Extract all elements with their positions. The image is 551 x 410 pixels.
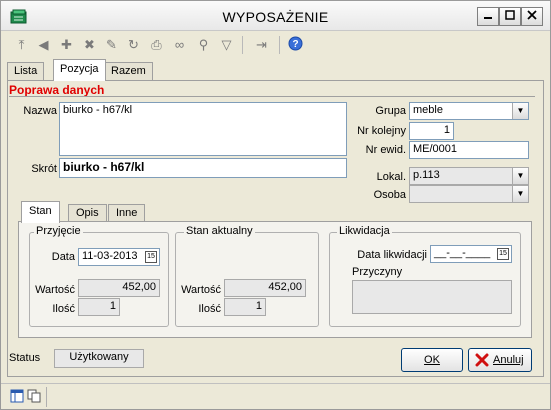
nr-ewid-field[interactable]: ME/0001 [409,141,529,159]
status-field: Użytkowany [54,349,144,368]
delete-record-icon[interactable]: ✖ [81,36,98,53]
nazwa-label: Nazwa [23,105,57,117]
prev-record-icon[interactable]: ◀ [35,36,52,53]
przyjecie-ilosc-label: Ilość [52,303,75,315]
data-likwidacji-value: __-__-____ [434,247,491,259]
chevron-down-icon[interactable]: ▼ [512,103,528,119]
osoba-label: Osoba [373,189,406,201]
maximize-button[interactable] [499,7,521,26]
close-icon [527,10,537,20]
przyczyny-field[interactable] [352,280,512,314]
calendar-icon[interactable]: 15 [145,251,157,263]
nazwa-field[interactable]: biurko - h67/kl [59,102,347,156]
window-title: WYPOSAŻENIE [222,9,329,25]
find-next-icon[interactable]: ⚲ [195,36,212,53]
section-divider [9,96,535,97]
chevron-down-icon[interactable]: ▼ [512,168,528,184]
minimize-icon [484,17,492,19]
przyjecie-ilosc-field: 1 [78,298,120,316]
grupa-select[interactable]: meble ▼ [409,102,529,120]
stan-ilosc-label: Ilość [198,303,221,315]
lokal-label: Lokal. [376,171,406,183]
section-title: Poprawa danych [9,83,105,97]
status-bar [1,383,550,409]
stan-aktualny-title: Stan aktualny [184,225,255,237]
title-bar[interactable]: WYPOSAŻENIE [1,1,550,31]
binoculars-icon[interactable]: ∞ [171,36,188,53]
ok-button[interactable]: OK [401,348,463,372]
exit-icon[interactable]: ⇥ [253,36,270,53]
likwidacja-title: Likwidacja [337,225,392,237]
main-window: WYPOSAŻENIE ⤒ ◀ ✚ ✖ ✎ ↻ ⎙ ∞ ⚲ ▽ ⇥ ? List… [0,0,551,410]
calendar-icon[interactable]: 15 [497,248,509,260]
svg-text:?: ? [292,39,298,50]
add-record-icon[interactable]: ✚ [58,36,75,53]
filter-icon[interactable]: ▽ [218,36,235,53]
help-icon: ? [288,36,303,51]
przyczyny-label: Przyczyny [352,266,403,278]
nr-kolejny-field[interactable]: 1 [409,122,454,140]
cancel-x-icon [475,353,489,367]
przyjecie-data-value: 11-03-2013 [82,250,138,262]
tab-inne[interactable]: Inne [108,204,146,222]
nr-kolejny-label: Nr kolejny [357,125,406,137]
lokal-select[interactable]: p.113 ▼ [409,167,529,185]
osoba-select[interactable]: ▼ [409,185,529,203]
minimize-button[interactable] [477,7,499,26]
status-label: Status [9,352,41,364]
stan-ilosc-field: 1 [224,298,266,316]
przyjecie-data-label: Data [51,251,75,263]
cancel-button[interactable]: Anuluj [468,348,532,372]
toolbar: ⤒ ◀ ✚ ✖ ✎ ↻ ⎙ ∞ ⚲ ▽ ⇥ ? [1,32,550,58]
window-layout-icon[interactable] [10,389,24,403]
edit-record-icon[interactable]: ✎ [103,36,120,53]
maximize-icon [505,10,515,20]
toolbar-separator [242,36,243,54]
tab-lista[interactable]: Lista [7,62,45,80]
grupa-label: Grupa [375,105,406,117]
stan-wartosc-field: 452,00 [224,279,306,297]
toolbar-separator [279,36,280,54]
nr-ewid-label: Nr ewid. [365,144,406,156]
data-likwidacji-label: Data likwidacji [357,249,427,261]
przyjecie-title: Przyjęcie [34,225,83,237]
close-button[interactable] [521,7,543,26]
tab-razem[interactable]: Razem [104,62,153,80]
ok-label: OK [424,354,440,366]
skrot-label: Skrót [31,163,57,175]
chevron-down-icon[interactable]: ▼ [512,186,528,202]
first-record-icon[interactable]: ⤒ [13,36,30,53]
cancel-label: Anuluj [493,354,524,366]
tab-stan[interactable]: Stan [21,201,60,223]
tab-pozycja[interactable]: Pozycja [53,59,106,81]
statusbar-separator [46,387,47,407]
tab-opis[interactable]: Opis [68,204,107,222]
stan-wartosc-label: Wartość [181,284,221,296]
print-icon[interactable]: ⎙ [148,36,165,53]
przyjecie-wartosc-field: 452,00 [78,279,160,297]
refresh-icon[interactable]: ↻ [125,36,142,53]
help-button[interactable]: ? [287,36,304,53]
copy-pages-icon[interactable] [27,389,41,403]
przyjecie-wartosc-label: Wartość [35,284,75,296]
lokal-value: p.113 [413,169,440,181]
skrot-field[interactable]: biurko - h67/kl [59,158,347,178]
grupa-value: meble [413,104,443,116]
